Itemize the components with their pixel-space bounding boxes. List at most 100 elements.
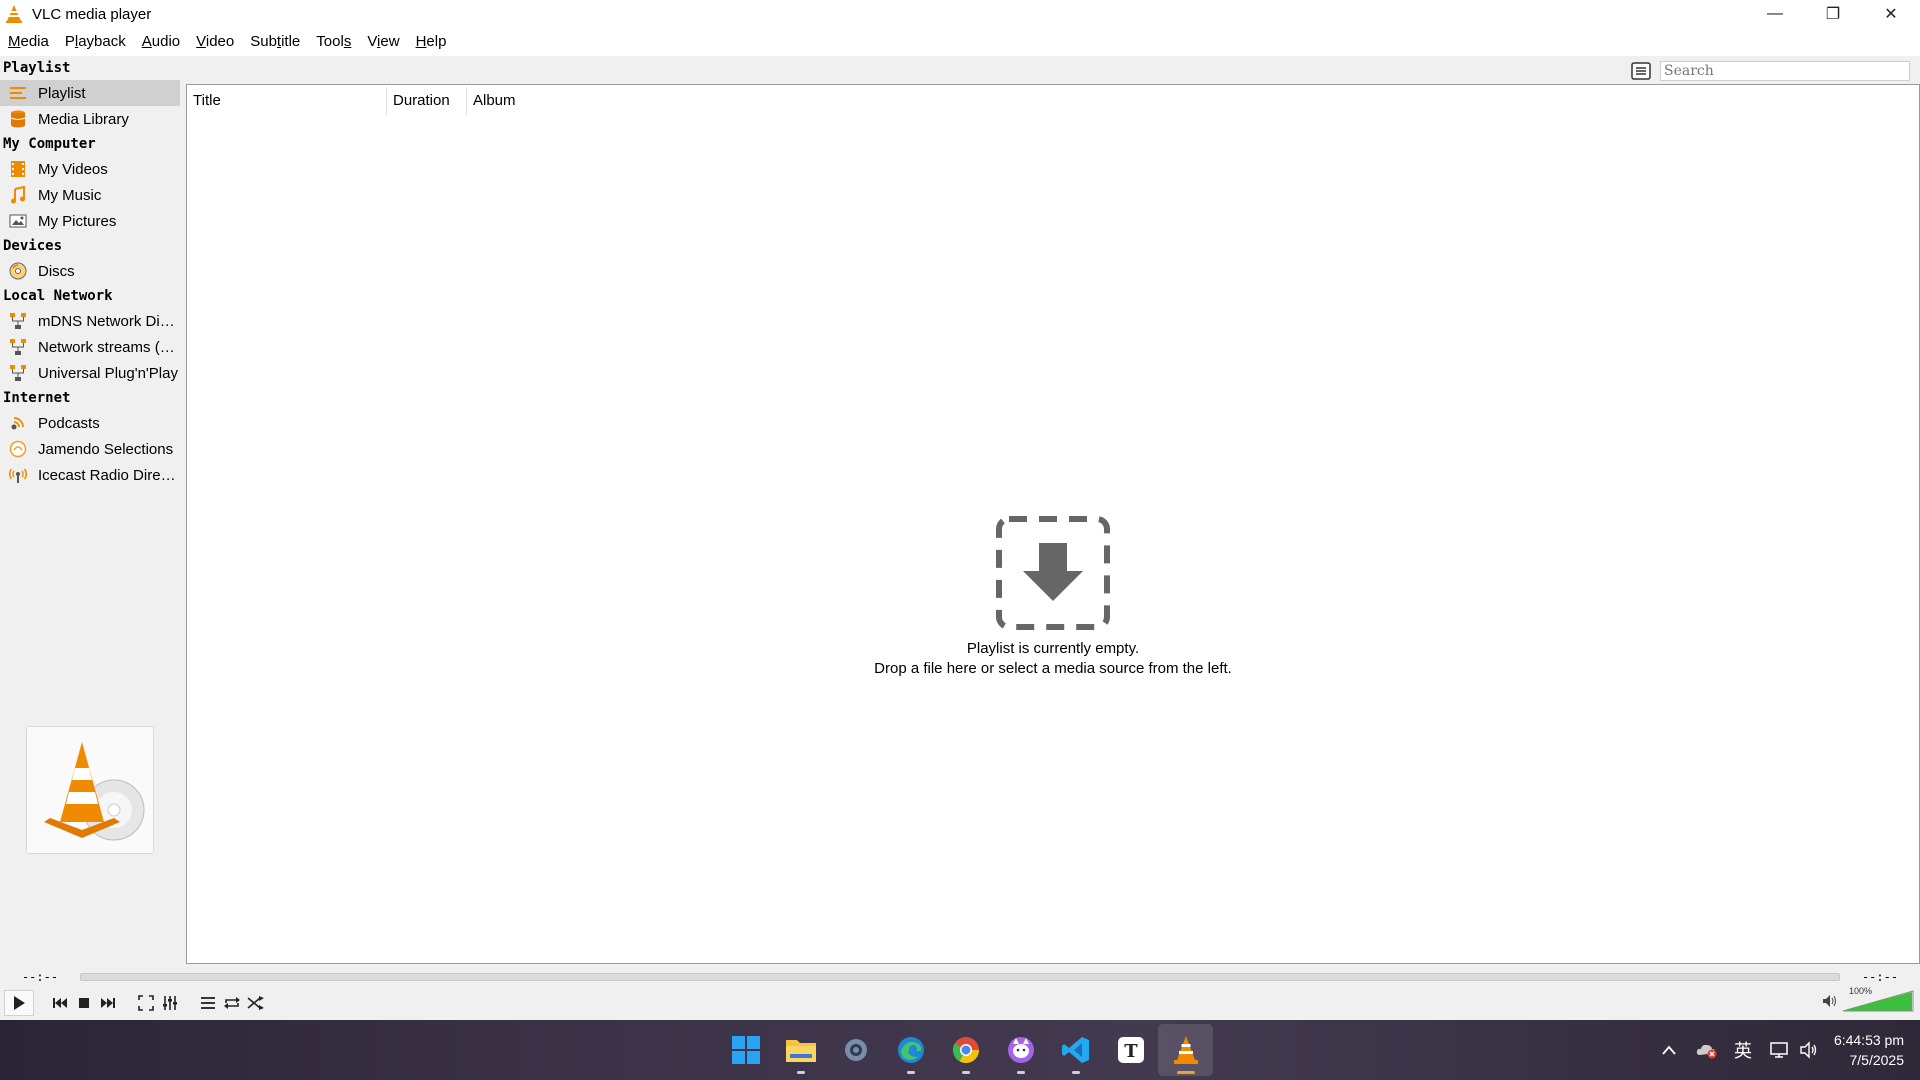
taskbar-chrome[interactable] (938, 1024, 993, 1076)
sidebar-header-internet: Internet (3, 390, 71, 406)
show-hidden-icons-button[interactable] (1654, 1035, 1684, 1065)
fullscreen-icon (138, 995, 154, 1011)
vlc-cone-icon (1173, 1036, 1198, 1064)
sidebar-item-mdns[interactable]: mDNS Network Dis... (0, 308, 186, 334)
taskbar-edge[interactable] (883, 1024, 938, 1076)
menu-video[interactable]: Video (188, 28, 242, 56)
windows-logo-icon (731, 1036, 760, 1064)
search-input[interactable] (1660, 61, 1910, 81)
previous-button[interactable] (48, 991, 72, 1015)
sidebar-item-icecast[interactable]: Icecast Radio Direc... (0, 462, 186, 488)
empty-playlist-message: Playlist is currently empty. Drop a file… (187, 515, 1919, 679)
chrome-browser-icon (952, 1037, 979, 1064)
album-art[interactable] (26, 726, 154, 854)
window-title: VLC media player (32, 5, 152, 23)
sidebar-item-network-streams[interactable]: Network streams (S... (0, 334, 186, 360)
close-button[interactable]: ✕ (1862, 0, 1920, 28)
chevron-up-icon (1662, 1045, 1676, 1055)
stop-button[interactable] (72, 991, 96, 1015)
loop-button[interactable] (220, 991, 244, 1015)
playlist-icon (201, 997, 215, 1009)
previous-icon (53, 998, 67, 1008)
speaker-icon (1800, 1041, 1817, 1059)
sidebar-item-my-music[interactable]: My Music (0, 182, 186, 208)
menu-tools[interactable]: Tools (308, 28, 359, 56)
menu-media[interactable]: Media (0, 28, 57, 56)
sidebar-item-podcasts[interactable]: Podcasts (0, 410, 186, 436)
sidebar-header-local-network: Local Network (3, 288, 113, 304)
onedrive-tray-button[interactable] (1692, 1035, 1722, 1065)
sidebar-item-upnp[interactable]: Universal Plug'n'Play (0, 360, 186, 386)
seek-slider[interactable] (80, 973, 1840, 981)
vlc-cone-icon (4, 4, 24, 24)
taskbar: T 英 6:44:53 pm 7/5/2025 (0, 1020, 1920, 1080)
cat-app-icon (1007, 1037, 1034, 1063)
shuffle-button[interactable] (244, 991, 268, 1015)
speaker-icon[interactable] (1822, 994, 1838, 1012)
edge-browser-icon (897, 1037, 924, 1063)
playback-controls (0, 990, 1920, 1016)
sidebar-header-playlist: Playlist (3, 60, 71, 76)
menu-help[interactable]: Help (408, 28, 455, 56)
extended-settings-button[interactable] (158, 991, 182, 1015)
network-icon (8, 311, 28, 331)
menu-subtitle[interactable]: Subtitle (242, 28, 308, 56)
clock-date: 7/5/2025 (1849, 1052, 1905, 1068)
taskbar-typora[interactable]: T (1103, 1024, 1158, 1076)
shuffle-icon (247, 996, 264, 1010)
play-icon (14, 996, 25, 1010)
equalizer-icon (163, 996, 177, 1010)
empty-line-1: Playlist is currently empty. (966, 640, 1140, 657)
film-icon (8, 159, 28, 179)
playlist-panel[interactable]: Title Duration Album Playlist is current… (186, 84, 1920, 964)
remaining-time[interactable]: --:-- (1840, 970, 1920, 984)
sidebar-item-playlist[interactable]: Playlist (0, 80, 180, 106)
toggle-playlist-button[interactable] (196, 991, 220, 1015)
sidebar-item-jamendo[interactable]: Jamendo Selections (0, 436, 186, 462)
taskbar-vlc[interactable] (1158, 1024, 1213, 1076)
restore-button[interactable]: ❐ (1804, 0, 1862, 28)
running-indicator (1016, 1071, 1025, 1074)
taskbar-clock[interactable]: 6:44:53 pm 7/5/2025 (1824, 1030, 1920, 1070)
vlc-cone-disc-icon (44, 742, 145, 841)
volume-control: 100% (1822, 986, 1914, 1016)
next-icon (101, 998, 115, 1008)
empty-line-2: Drop a file here or select a media sourc… (874, 660, 1232, 677)
running-indicator (796, 1071, 805, 1074)
network-tray-button[interactable] (1764, 1035, 1794, 1065)
elapsed-time: --:-- (21, 970, 59, 984)
taskbar-cat-app[interactable] (993, 1024, 1048, 1076)
radio-tower-icon (8, 465, 28, 485)
taskbar-file-explorer[interactable] (773, 1024, 828, 1076)
taskbar-vscode[interactable] (1048, 1024, 1103, 1076)
play-button[interactable] (4, 990, 34, 1016)
seek-row: --:-- --:-- (0, 966, 1920, 988)
next-button[interactable] (96, 991, 120, 1015)
taskbar-settings[interactable] (828, 1024, 883, 1076)
menu-audio[interactable]: Audio (134, 28, 188, 56)
network-icon (8, 337, 28, 357)
menu-bar: Media Playback Audio Video Subtitle Tool… (0, 28, 1920, 56)
svg-text:T: T (1124, 1041, 1138, 1062)
sidebar-item-media-library[interactable]: Media Library (0, 106, 186, 132)
music-note-icon (8, 185, 28, 205)
ime-indicator[interactable]: 英 (1728, 1035, 1758, 1065)
fullscreen-button[interactable] (134, 991, 158, 1015)
start-button[interactable] (718, 1024, 773, 1076)
list-view-icon (1631, 62, 1651, 80)
sidebar-item-discs[interactable]: Discs (0, 258, 186, 284)
menu-view[interactable]: View (359, 28, 407, 56)
repeat-icon (224, 997, 240, 1009)
column-header-duration[interactable]: Duration (387, 87, 467, 115)
podcast-icon (8, 413, 28, 433)
column-header-album[interactable]: Album (467, 87, 587, 115)
playlist-view-toggle-button[interactable] (1630, 60, 1652, 82)
network-monitor-icon (1770, 1042, 1788, 1058)
volume-tray-button[interactable] (1794, 1035, 1824, 1065)
volume-percent: 100% (1848, 986, 1872, 996)
sidebar-item-my-pictures[interactable]: My Pictures (0, 208, 186, 234)
menu-playback[interactable]: Playback (57, 28, 134, 56)
column-header-title[interactable]: Title (187, 87, 387, 115)
sidebar-item-my-videos[interactable]: My Videos (0, 156, 186, 182)
minimize-button[interactable]: — (1746, 0, 1804, 28)
